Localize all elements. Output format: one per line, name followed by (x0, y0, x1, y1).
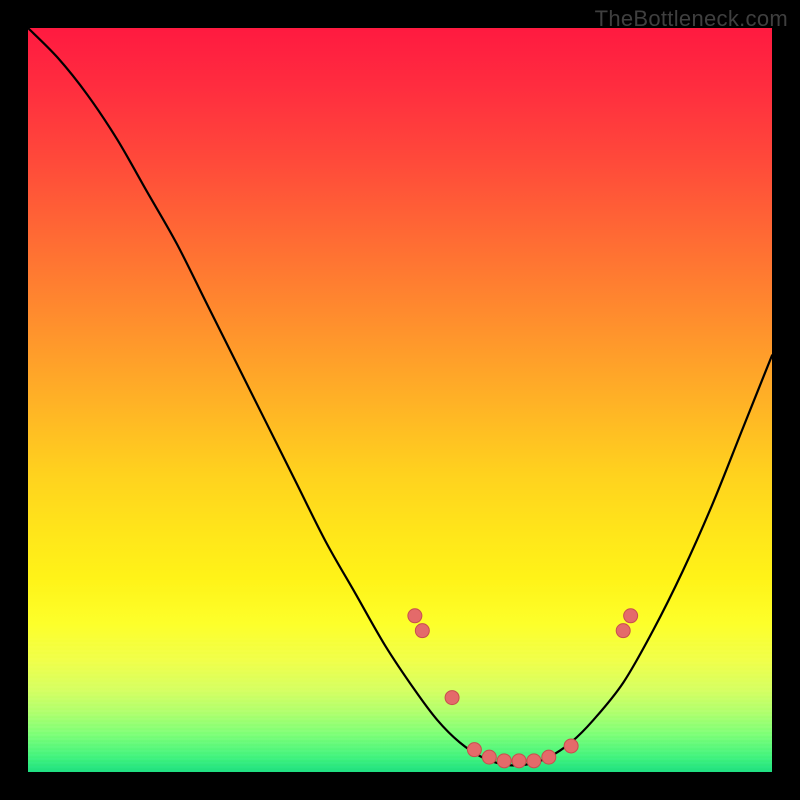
curve-marker (497, 754, 511, 768)
curve-marker (512, 754, 526, 768)
marker-group (408, 609, 638, 768)
curve-marker (616, 624, 630, 638)
curve-marker (445, 691, 459, 705)
curve-marker (482, 750, 496, 764)
bottleneck-curve (28, 28, 772, 765)
curve-marker (542, 750, 556, 764)
curve-marker (527, 754, 541, 768)
watermark-text: TheBottleneck.com (595, 6, 788, 32)
curve-marker (624, 609, 638, 623)
curve-marker (467, 743, 481, 757)
chart-stage: TheBottleneck.com (0, 0, 800, 800)
curve-marker (415, 624, 429, 638)
plot-area (28, 28, 772, 772)
curve-marker (564, 739, 578, 753)
curve-layer (28, 28, 772, 772)
curve-marker (408, 609, 422, 623)
